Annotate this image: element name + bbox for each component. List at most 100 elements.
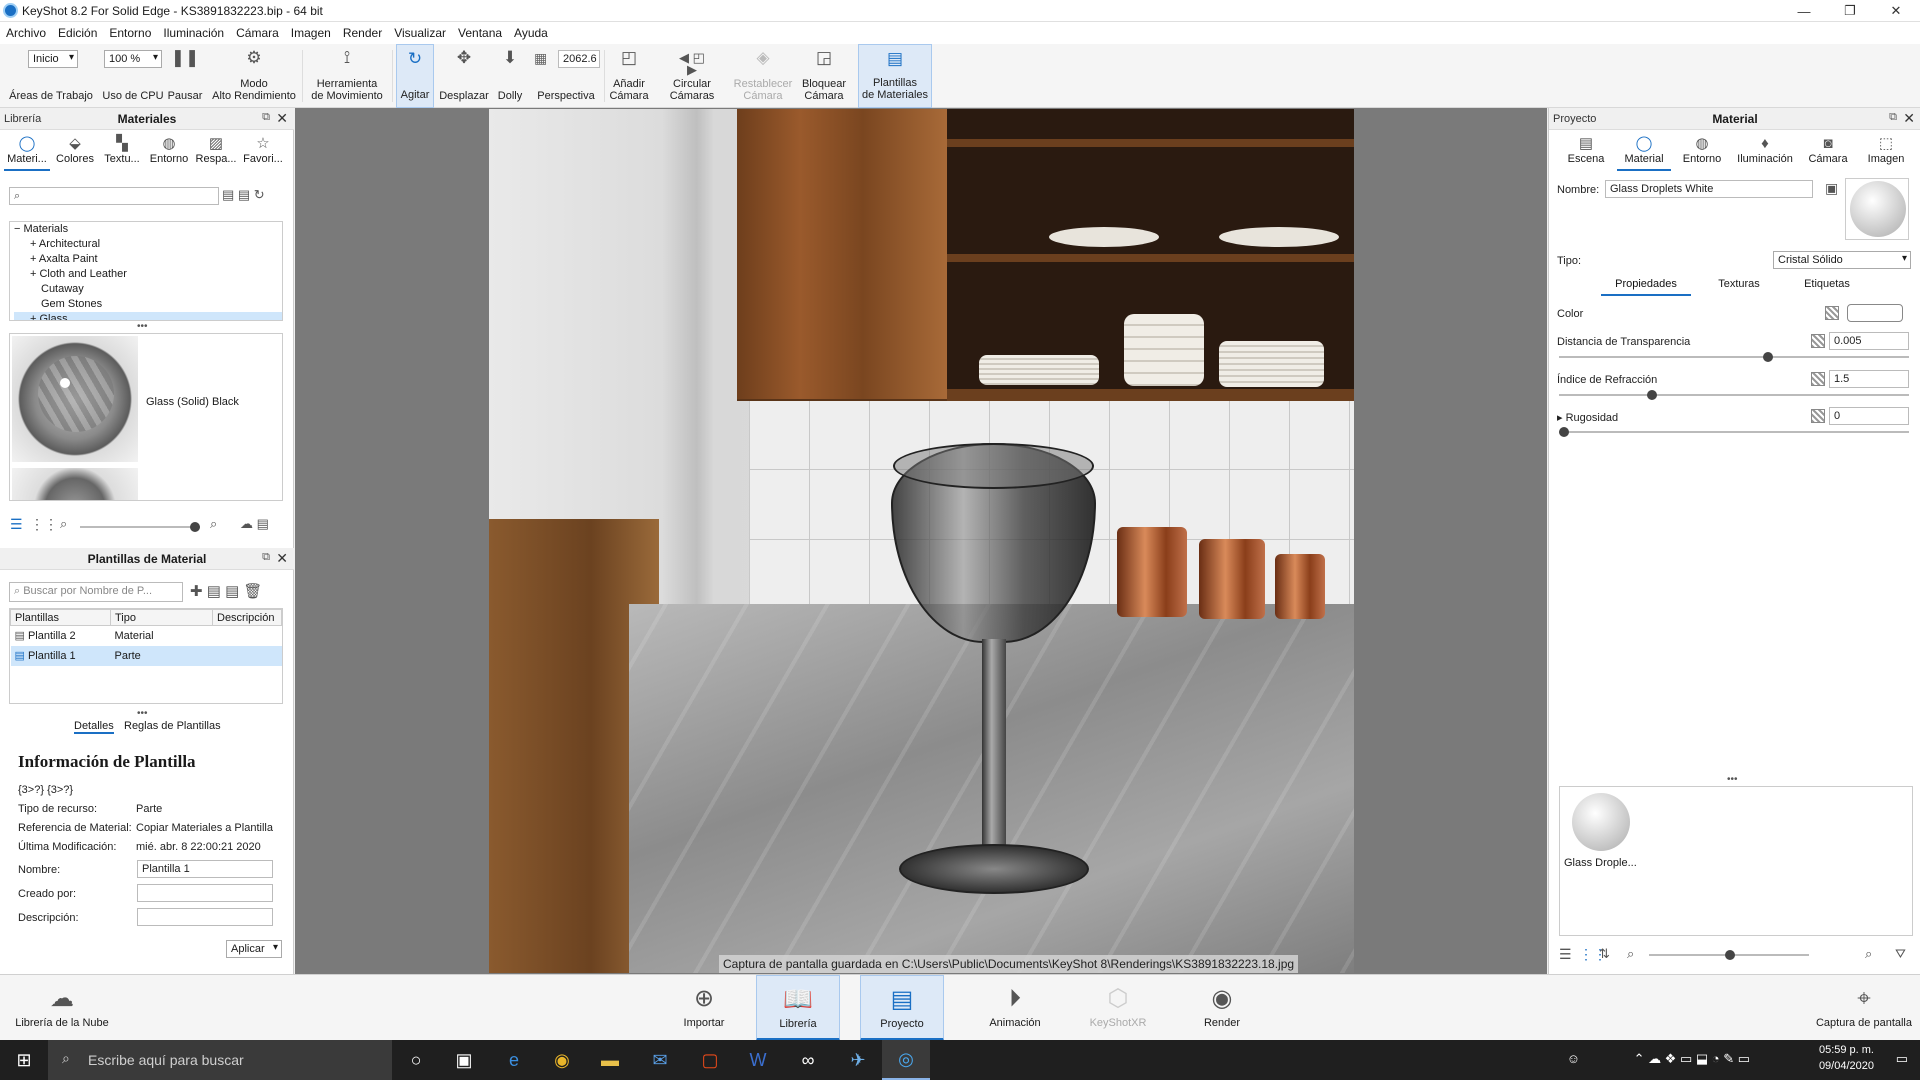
minimize-button[interactable]: — [1781, 0, 1827, 22]
undock-icon[interactable]: ⧉ [262, 551, 270, 564]
library-button[interactable]: 📖 Librería [756, 975, 840, 1041]
sort-icon[interactable]: ⇅ [1599, 946, 1610, 962]
prop-roughness-label[interactable]: ▸ Rugosidad [1557, 411, 1618, 424]
close-panel-icon[interactable]: ✕ [1903, 110, 1915, 127]
move-tool-button[interactable]: ⟟ Herramienta de Movimiento [304, 44, 390, 108]
pan-button[interactable]: ✥ Desplazar [438, 44, 490, 108]
windows-start-icon[interactable]: ⊞ [0, 1040, 48, 1080]
splitter-handle[interactable]: ••• [1727, 774, 1738, 785]
col-type[interactable]: Tipo [110, 609, 213, 626]
transparency-input[interactable]: 0.005 [1829, 332, 1909, 350]
tab-image[interactable]: ⬚ Imagen [1859, 135, 1913, 171]
thumbnail-size-slider[interactable] [1649, 950, 1809, 960]
description-input[interactable] [137, 908, 273, 926]
cortana-icon[interactable]: ○ [392, 1040, 440, 1080]
chrome-icon[interactable]: ◉ [538, 1040, 586, 1080]
transparency-texture-icon[interactable] [1811, 334, 1825, 348]
close-panel-icon[interactable]: ✕ [276, 550, 288, 567]
task-view-icon[interactable]: ▣ [440, 1040, 488, 1080]
color-texture-icon[interactable] [1825, 306, 1839, 320]
tab-textures[interactable]: Texturas [1699, 278, 1779, 290]
maximize-button[interactable]: ❐ [1827, 0, 1873, 22]
tab-camera[interactable]: ◙ Cámara [1801, 135, 1855, 171]
creator-input[interactable] [137, 884, 273, 902]
office-icon[interactable]: ▢ [686, 1040, 734, 1080]
thumbnail-size-slider[interactable] [80, 522, 200, 532]
tab-properties[interactable]: Propiedades [1601, 278, 1691, 296]
template-search-input[interactable]: ⌕ Buscar por Nombre de P... [9, 582, 183, 602]
apply-button[interactable]: Aplicar [226, 940, 282, 958]
template-name-input[interactable]: Plantilla 1 [137, 860, 273, 878]
taskbar-search[interactable]: ⌕ Escribe aquí para buscar [48, 1040, 392, 1080]
menu-edicion[interactable]: Edición [52, 22, 103, 40]
render-image[interactable]: Captura de pantalla guardada en C:\Users… [489, 109, 1354, 973]
project-button[interactable]: ▤ Proyecto [860, 975, 944, 1041]
filter-icon[interactable]: ⛛ [1895, 946, 1906, 962]
splitter-handle[interactable]: ••• [137, 321, 148, 332]
keyshot-taskbar-icon[interactable]: ◎ [882, 1040, 930, 1080]
tree-item-architectural[interactable]: + Architectural [14, 237, 282, 252]
table-row[interactable]: ▤ Plantilla 2 Material [11, 626, 282, 646]
tab-favorites[interactable]: ☆ Favori... [240, 135, 286, 171]
menu-ayuda[interactable]: Ayuda [508, 22, 554, 40]
tab-lighting[interactable]: ♦ Iluminación [1733, 135, 1797, 171]
material-type-select[interactable]: Cristal Sólido [1773, 251, 1911, 269]
cloud-library-button[interactable]: ☁ Librería de la Nube [14, 975, 110, 1041]
tab-backplates[interactable]: ▨ Respa... [193, 135, 239, 171]
col-description[interactable]: Descripción [212, 609, 282, 626]
infinity-app-icon[interactable]: ∞ [784, 1040, 832, 1080]
tab-colors[interactable]: ⬙ Colores [52, 135, 98, 171]
mail-icon[interactable]: ✉ [636, 1040, 684, 1080]
tab-labels[interactable]: Etiquetas [1787, 278, 1867, 290]
file-explorer-icon[interactable]: ▬ [586, 1040, 634, 1080]
tab-template-rules[interactable]: Reglas de Plantillas [124, 720, 221, 732]
people-icon[interactable]: ☺ [1567, 1051, 1580, 1066]
color-swatch[interactable] [1847, 304, 1903, 322]
roughness-input[interactable]: 0 [1829, 407, 1909, 425]
roughness-slider[interactable] [1559, 427, 1909, 437]
upload-icon[interactable]: ☁ ▤ [240, 516, 269, 532]
word-icon[interactable]: W [734, 1040, 782, 1080]
tree-item-cutaway[interactable]: Cutaway [14, 282, 282, 297]
menu-iluminacion[interactable]: Iluminación [157, 22, 230, 40]
lock-camera-button[interactable]: ◲ Bloquear Cámara [798, 44, 850, 108]
tab-environments[interactable]: ◍ Entorno [146, 135, 192, 171]
add-camera-button[interactable]: ◰ Añadir Cámara [606, 44, 652, 108]
list-view-icon[interactable]: ☰ [1559, 946, 1572, 963]
notifications-icon[interactable]: ▭ [1896, 1051, 1908, 1067]
grid-view-icon[interactable]: ⋮⋮ [30, 516, 58, 533]
material-preview[interactable] [1845, 178, 1909, 240]
close-button[interactable]: ✕ [1873, 0, 1919, 22]
tab-details[interactable]: Detalles [74, 720, 114, 734]
edge-icon[interactable]: e [490, 1040, 538, 1080]
material-thumbnail[interactable] [12, 336, 138, 462]
menu-camara[interactable]: Cámara [230, 22, 285, 40]
menu-ventana[interactable]: Ventana [452, 22, 508, 40]
material-thumbnail[interactable] [1572, 793, 1630, 851]
folder-icons[interactable]: ▤ ▤ ↻ [222, 187, 265, 203]
keyshotxr-button[interactable]: ⬡ KeyShotXR [1076, 975, 1160, 1041]
screenshot-button[interactable]: ⌖ Captura de pantalla [1814, 975, 1914, 1041]
tree-item-axalta[interactable]: + Axalta Paint [14, 252, 282, 267]
tree-item-cloth[interactable]: + Cloth and Leather [14, 267, 282, 282]
menu-render[interactable]: Render [337, 22, 388, 40]
tumble-button[interactable]: ↻ Agitar [396, 44, 434, 108]
tab-textures[interactable]: ▚ Textu... [99, 135, 145, 171]
dolly-button[interactable]: ⬇ Dolly [492, 44, 528, 108]
material-thumbnail-2[interactable] [12, 468, 138, 500]
render-button[interactable]: ◉ Render [1180, 975, 1264, 1041]
close-panel-icon[interactable]: ✕ [276, 110, 288, 127]
template-action-icons[interactable]: ✚ ▤ ▤ 🗑 [190, 582, 262, 600]
undock-icon[interactable]: ⧉ [1889, 111, 1897, 124]
save-icon[interactable]: ▣ [1825, 180, 1838, 197]
animation-button[interactable]: ⏵ Animación [973, 975, 1057, 1041]
performance-mode-button[interactable]: ⚙ Modo Alto Rendimiento [208, 44, 300, 108]
ior-slider[interactable] [1559, 390, 1909, 400]
undock-icon[interactable]: ⧉ [262, 111, 270, 124]
table-row[interactable]: ▤ Plantilla 1 Parte [10, 645, 282, 666]
menu-entorno[interactable]: Entorno [103, 22, 157, 40]
app-icon[interactable]: ✈ [834, 1040, 882, 1080]
orbit-cameras-button[interactable]: ◀ ◰ ▶ Circular Cámaras [656, 44, 728, 108]
tree-item-gemstones[interactable]: Gem Stones [14, 297, 282, 312]
ior-texture-icon[interactable] [1811, 372, 1825, 386]
